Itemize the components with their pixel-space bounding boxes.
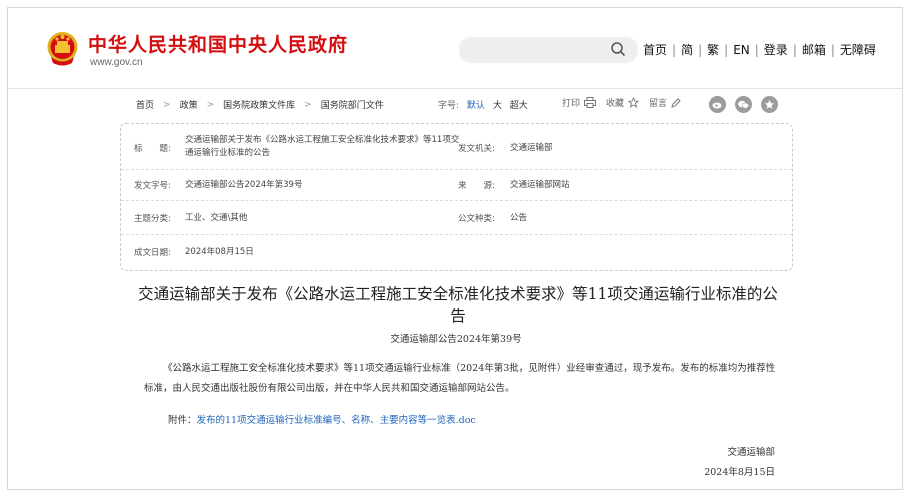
site-url[interactable]: www.gov.cn bbox=[90, 57, 143, 68]
issuer-value: 交通运输部 bbox=[510, 143, 553, 153]
favorite-label: 收藏 bbox=[606, 99, 625, 109]
weibo-icon[interactable] bbox=[709, 96, 726, 113]
attachment-link[interactable]: 发布的11项交通运输行业标准编号、名称、主要内容等一览表.doc bbox=[197, 415, 476, 426]
issuer-label: 发文机关: bbox=[458, 144, 495, 154]
breadcrumb-home[interactable]: 首页 bbox=[136, 98, 154, 111]
star-outline-icon bbox=[628, 97, 640, 108]
title-label: 标 题: bbox=[134, 144, 171, 154]
page-frame: 中华人民共和国中央人民政府 www.gov.cn 首页 | 简 | 繁 | EN… bbox=[7, 7, 903, 490]
nav-separator: | bbox=[672, 42, 677, 57]
nav-separator: | bbox=[792, 42, 797, 57]
wechat-icon[interactable] bbox=[735, 96, 752, 113]
info-row-title: 标 题: 交通运输部关于发布《公路水运工程施工安全标准化技术要求》等11项交通运… bbox=[121, 124, 792, 170]
breadcrumb-dept-docs[interactable]: 国务院部门文件 bbox=[321, 98, 384, 111]
article-doc-number: 交通运输部公告2024年第39号 bbox=[390, 334, 522, 345]
source-value: 交通运输部网站 bbox=[510, 180, 570, 190]
nav-english[interactable]: EN bbox=[733, 43, 750, 57]
nav-home[interactable]: 首页 bbox=[643, 41, 667, 58]
document-info-box: 标 题: 交通运输部关于发布《公路水运工程施工安全标准化技术要求》等11项交通运… bbox=[120, 123, 793, 271]
nav-separator: | bbox=[724, 42, 729, 57]
font-size-label: 字号: bbox=[438, 101, 460, 111]
font-size-default[interactable]: 默认 bbox=[467, 101, 485, 111]
top-nav: 首页 | 简 | 繁 | EN | 登录 | 邮箱 | 无障碍 bbox=[643, 41, 876, 58]
pencil-icon bbox=[671, 97, 681, 108]
info-row-docno: 发文字号: 交通运输部公告2024年第39号 来 源: 交通运输部网站 bbox=[121, 169, 792, 201]
favorite-button[interactable]: 收藏 bbox=[606, 96, 640, 109]
topic-label: 主题分类: bbox=[134, 214, 171, 224]
topic-value: 工业、交通\其他 bbox=[185, 213, 248, 223]
nav-simplified[interactable]: 简 bbox=[681, 41, 693, 58]
nav-separator: | bbox=[698, 42, 703, 57]
article-body: 《公路水运工程施工安全标准化技术要求》等11项交通运输行业标准（2024年第3批… bbox=[144, 363, 776, 394]
search-icon[interactable] bbox=[610, 41, 626, 57]
font-size-large[interactable]: 大 bbox=[493, 101, 502, 111]
article-signature: 交通运输部 bbox=[727, 447, 775, 458]
comment-label: 留言 bbox=[649, 99, 668, 109]
info-row-topic: 主题分类: 工业、交通\其他 公文种类: 公告 bbox=[121, 200, 792, 235]
font-size-xlarge[interactable]: 超大 bbox=[510, 101, 528, 111]
docno-value: 交通运输部公告2024年第39号 bbox=[185, 180, 303, 190]
title-value: 交通运输部关于发布《公路水运工程施工安全标准化技术要求》等11项交通运输行业标准… bbox=[185, 135, 460, 158]
breadcrumb-policy-library[interactable]: 国务院政策文件库 bbox=[223, 98, 295, 111]
chevron-right-icon: > bbox=[304, 99, 312, 110]
nav-separator: | bbox=[754, 42, 759, 57]
type-label: 公文种类: bbox=[458, 214, 495, 224]
nav-separator: | bbox=[830, 42, 835, 57]
date-value: 2024年08月15日 bbox=[185, 247, 254, 257]
type-value: 公告 bbox=[510, 213, 528, 223]
nav-traditional[interactable]: 繁 bbox=[707, 41, 719, 58]
print-label: 打印 bbox=[562, 99, 581, 109]
attachment-label: 附件： bbox=[168, 415, 197, 426]
article-title: 交通运输部关于发布《公路水运工程施工安全标准化技术要求》等11项交通运输行业标准… bbox=[138, 285, 778, 325]
chevron-right-icon: > bbox=[163, 99, 171, 110]
date-label: 成文日期: bbox=[134, 248, 171, 258]
comment-button[interactable]: 留言 bbox=[649, 96, 681, 109]
print-button[interactable]: 打印 bbox=[562, 96, 597, 109]
article-tools: 打印 收藏 留言 bbox=[562, 96, 691, 109]
breadcrumb: 首页 > 政策 > 国务院政策文件库 > 国务院部门文件 bbox=[136, 98, 384, 112]
attachment: 附件：发布的11项交通运输行业标准编号、名称、主要内容等一览表.doc bbox=[168, 412, 476, 426]
nav-mail[interactable]: 邮箱 bbox=[802, 41, 826, 58]
breadcrumb-policy[interactable]: 政策 bbox=[180, 98, 198, 111]
star-icon[interactable] bbox=[761, 96, 778, 113]
info-row-date: 成文日期: 2024年08月15日 bbox=[121, 234, 792, 270]
national-emblem-icon[interactable] bbox=[45, 30, 80, 67]
source-label: 来 源: bbox=[458, 181, 495, 191]
font-size-selector: 字号: 默认 大 超大 bbox=[438, 98, 528, 111]
site-name[interactable]: 中华人民共和国中央人民政府 bbox=[88, 30, 348, 57]
share-buttons bbox=[709, 96, 787, 113]
printer-icon bbox=[584, 97, 597, 108]
nav-accessibility[interactable]: 无障碍 bbox=[840, 41, 876, 58]
article-date: 2024年8月15日 bbox=[704, 467, 775, 478]
nav-login[interactable]: 登录 bbox=[764, 41, 788, 58]
site-header: 中华人民共和国中央人民政府 www.gov.cn 首页 | 简 | 繁 | EN… bbox=[8, 8, 902, 89]
chevron-right-icon: > bbox=[206, 99, 215, 110]
docno-label: 发文字号: bbox=[134, 181, 171, 191]
